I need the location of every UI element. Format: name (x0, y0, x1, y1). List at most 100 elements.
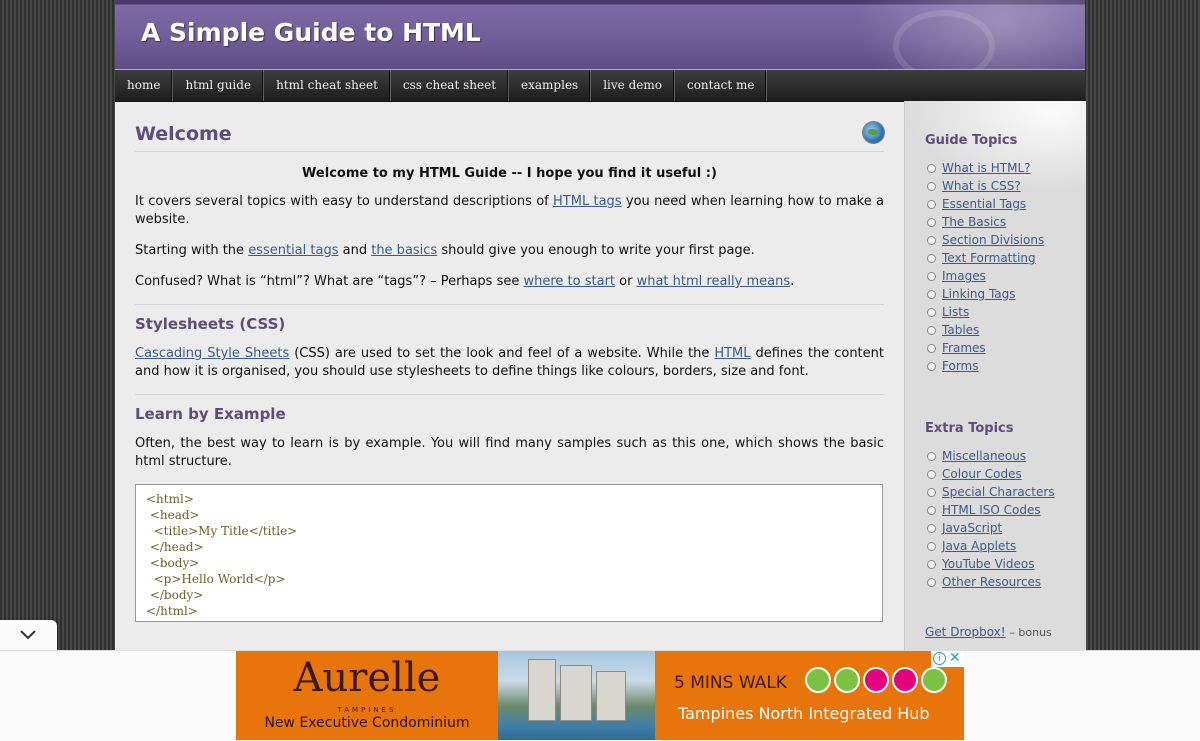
list-item: Text Formatting (925, 250, 1085, 268)
css-paragraph: Cascading Style Sheets (CSS) are used to… (135, 345, 884, 381)
link-html-tags[interactable]: HTML tags (553, 194, 622, 209)
list-item: Java Applets (925, 538, 1085, 556)
nav-home[interactable]: home (115, 70, 174, 101)
sidebar-link-miscellaneous[interactable]: Miscellaneous (942, 449, 1026, 463)
community-icon (892, 667, 918, 693)
main-nav: home html guide html cheat sheet css che… (115, 70, 1085, 102)
link-what-html-really-means[interactable]: what html really means (637, 274, 791, 289)
sidebar-link-forms[interactable]: Forms (942, 359, 978, 373)
lead-text: Welcome to my HTML Guide -- I hope you f… (302, 166, 717, 181)
confused-text-2: or (615, 274, 637, 289)
site-title[interactable]: A Simple Guide to HTML (141, 18, 481, 47)
nav-css-cheat-sheet[interactable]: css cheat sheet (391, 70, 510, 101)
code-line: <html> (146, 492, 194, 506)
sidebar-link-javascript[interactable]: JavaScript (942, 521, 1002, 535)
sidebar-link-special-characters[interactable]: Special Characters (942, 485, 1055, 499)
sidebar-link-what-is-html[interactable]: What is HTML? (942, 161, 1031, 175)
intro-paragraph: It covers several topics with easy to un… (135, 193, 884, 229)
sidebar-link-what-is-css[interactable]: What is CSS? (942, 179, 1021, 193)
code-sample: <html> <head> <title>My Title</title> </… (135, 484, 883, 622)
list-item: The Basics (925, 214, 1085, 232)
sidebar-link-other-resources[interactable]: Other Resources (942, 575, 1041, 589)
starting-text-2: and (338, 243, 372, 258)
sidebar-link-html-iso-codes[interactable]: HTML ISO Codes (942, 503, 1041, 517)
building-shape (596, 671, 626, 721)
sidebar-link-tables[interactable]: Tables (942, 323, 979, 337)
sidebar-link-lists[interactable]: Lists (942, 305, 969, 319)
code-line: </html> (146, 604, 198, 618)
ad-brand-subtitle: TAMPINES (337, 706, 397, 714)
link-essential-tags[interactable]: essential tags (248, 243, 338, 258)
ad-close-controls: i ✕ (931, 651, 964, 667)
chevron-down-icon (20, 630, 36, 640)
link-where-to-start[interactable]: where to start (523, 274, 615, 289)
intro-text-1: It covers several topics with easy to un… (135, 194, 554, 209)
sidebar-link-section-divisions[interactable]: Section Divisions (942, 233, 1044, 247)
starting-text-3: should give you enough to write your fir… (437, 243, 755, 258)
list-item: What is HTML? (925, 160, 1085, 178)
sidebar-link-colour-codes[interactable]: Colour Codes (942, 467, 1022, 481)
advertisement-banner[interactable]: Aurelle TAMPINES New Executive Condomini… (236, 651, 964, 740)
sidebar-link-text-formatting[interactable]: Text Formatting (942, 251, 1036, 265)
nav-html-guide[interactable]: html guide (173, 70, 265, 101)
link-the-basics[interactable]: the basics (371, 243, 437, 258)
list-item: Miscellaneous (925, 448, 1085, 466)
site-header: A Simple Guide to HTML (115, 0, 1085, 70)
list-item: YouTube Videos (925, 556, 1085, 574)
sidebar-link-frames[interactable]: Frames (942, 341, 986, 355)
sidebar-link-essential-tags[interactable]: Essential Tags (942, 197, 1026, 211)
building-shape (560, 665, 592, 721)
ad-tagline: New Executive Condominium (264, 715, 470, 731)
example-heading: Learn by Example (135, 405, 286, 423)
building-shape (528, 659, 556, 721)
nav-contact-me[interactable]: contact me (675, 70, 768, 101)
page-title: Welcome (135, 123, 232, 145)
sidebar-link-youtube-videos[interactable]: YouTube Videos (942, 557, 1034, 571)
guide-topics: Guide Topics What is HTML? What is CSS? … (925, 133, 1085, 376)
list-item: Special Characters (925, 484, 1085, 502)
bus-icon (805, 667, 831, 693)
globe-icon[interactable] (863, 122, 884, 143)
ad-close-icon[interactable]: ✕ (949, 651, 961, 666)
list-item: Frames (925, 340, 1085, 358)
code-line: </body> (146, 588, 204, 602)
ad-brand-panel: Aurelle TAMPINES New Executive Condomini… (236, 651, 498, 740)
sidebar-link-the-basics[interactable]: The Basics (942, 215, 1006, 229)
link-get-dropbox[interactable]: Get Dropbox! (925, 625, 1006, 639)
ad-walk-text: 5 MINS WALK (674, 673, 787, 693)
css-text-1: (CSS) are used to set the look and feel … (289, 346, 715, 361)
link-cascading-style-sheets[interactable]: Cascading Style Sheets (135, 346, 289, 361)
dropbox-promo: Get Dropbox! – bonus (925, 625, 1052, 639)
nav-html-cheat-sheet[interactable]: html cheat sheet (264, 70, 391, 101)
nav-examples[interactable]: examples (509, 70, 592, 101)
confused-text-1: Confused? What is “html”? What are “tags… (135, 274, 524, 289)
dropbox-note: – bonus (1009, 626, 1052, 639)
ad-hub-text: Tampines North Integrated Hub (678, 704, 930, 723)
example-paragraph: Often, the best way to learn is by examp… (135, 436, 884, 469)
list-item: HTML ISO Codes (925, 502, 1085, 520)
list-item: Linking Tags (925, 286, 1085, 304)
sidebar-link-linking-tags[interactable]: Linking Tags (942, 287, 1016, 301)
list-item: Colour Codes (925, 466, 1085, 484)
extra-topics-heading: Extra Topics (925, 421, 1014, 436)
list-item: Lists (925, 304, 1085, 322)
nav-live-demo[interactable]: live demo (591, 70, 675, 101)
page: A Simple Guide to HTML home html guide h… (115, 0, 1086, 740)
sidebar-link-java-applets[interactable]: Java Applets (942, 539, 1016, 553)
list-item: JavaScript (925, 520, 1085, 538)
dining-icon (921, 667, 947, 693)
code-line: </head> (146, 540, 204, 554)
ad-info-icon[interactable]: i (933, 652, 946, 665)
train-icon (834, 667, 860, 693)
list-item: Section Divisions (925, 232, 1085, 250)
sidebar-link-images[interactable]: Images (942, 269, 986, 283)
guide-topics-heading: Guide Topics (925, 133, 1018, 148)
link-html[interactable]: HTML (714, 346, 750, 361)
extra-topics: Extra Topics Miscellaneous Colour Codes … (925, 421, 1085, 592)
list-item: Essential Tags (925, 196, 1085, 214)
guide-topics-list: What is HTML? What is CSS? Essential Tag… (925, 160, 1085, 376)
confused-paragraph: Confused? What is “html”? What are “tags… (135, 273, 884, 291)
collapse-ad-button[interactable] (0, 620, 57, 650)
ad-info-panel: 5 MINS WALK Tampines North Integrated Hu… (655, 651, 964, 740)
list-item: What is CSS? (925, 178, 1085, 196)
